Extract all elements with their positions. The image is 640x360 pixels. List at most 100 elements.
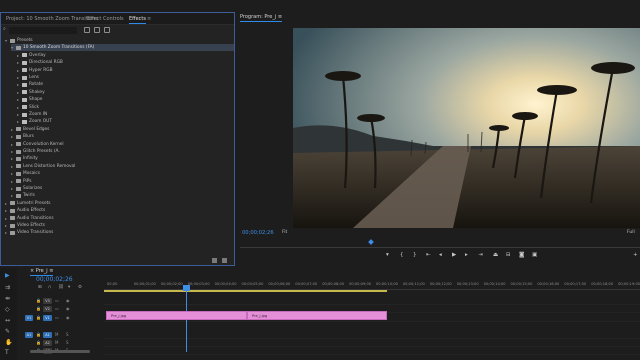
playback-resolution-select[interactable]: Full	[627, 230, 635, 235]
chevron-right-icon[interactable]: ▸	[11, 178, 13, 185]
track-target-toggle[interactable]: V2	[43, 306, 52, 312]
eye-icon[interactable]: ◉	[66, 306, 70, 311]
work-area-bar[interactable]	[104, 290, 387, 292]
chevron-right-icon[interactable]: ▸	[17, 118, 19, 125]
new-bin-icon[interactable]	[212, 258, 217, 263]
track-lane[interactable]	[104, 347, 640, 355]
mute-icon[interactable]: M	[55, 340, 58, 345]
preset-item[interactable]: ▸ Zoom OUT	[17, 118, 234, 125]
source-patch-toggle[interactable]: A1	[25, 332, 33, 338]
chevron-right-icon[interactable]: ▸	[11, 192, 13, 199]
tab-sequence[interactable]: × Pre_j ≡	[30, 268, 54, 276]
lock-icon[interactable]: 🔒	[36, 332, 41, 337]
chevron-right-icon[interactable]: ▸	[5, 207, 7, 214]
step-back-icon[interactable]: ◂	[439, 252, 442, 258]
linked-selection-icon[interactable]: ⛓	[58, 285, 64, 290]
folder-item[interactable]: ▾ 10 Smooth Zoom Transitions (FA)	[11, 44, 234, 52]
lift-icon[interactable]: ⏏	[493, 252, 498, 258]
chevron-right-icon[interactable]: ▸	[11, 185, 13, 192]
preset-item[interactable]: ▸ Lens	[17, 74, 234, 81]
chevron-right-icon[interactable]: ▸	[5, 200, 7, 207]
chevron-right-icon[interactable]: ▸	[17, 89, 19, 96]
go-to-out-icon[interactable]: ⇥	[478, 252, 483, 258]
track-target-toggle[interactable]: V3	[43, 298, 52, 304]
search-input[interactable]	[9, 27, 77, 34]
step-forward-icon[interactable]: ▸	[465, 252, 468, 258]
panel-menu-icon[interactable]: ≡	[278, 14, 282, 20]
track-lane[interactable]	[104, 339, 640, 347]
go-to-in-icon[interactable]: ⇤	[426, 252, 431, 258]
tab-program-monitor[interactable]: Program: Pre_j ≡	[240, 14, 283, 22]
trash-icon[interactable]	[222, 258, 227, 263]
chevron-right-icon[interactable]: ▸	[17, 96, 19, 103]
preset-item[interactable]: ▸ Shape	[17, 96, 234, 103]
preset-item[interactable]: ▸ Directional RGB	[17, 59, 234, 66]
track-target-toggle[interactable]: V1	[43, 315, 52, 321]
preset-item[interactable]: ▸ Slick	[17, 104, 234, 111]
sync-lock-icon[interactable]: ▭	[55, 306, 59, 311]
mark-in-icon[interactable]: {	[400, 252, 404, 258]
add-marker-icon[interactable]: ▾	[68, 285, 70, 290]
chevron-right-icon[interactable]: ▸	[5, 222, 7, 229]
program-time-ruler[interactable]	[240, 241, 640, 248]
extract-icon[interactable]: ⊟	[506, 252, 511, 258]
solo-icon[interactable]: S	[66, 332, 69, 337]
mute-icon[interactable]: M	[55, 332, 58, 337]
chevron-right-icon[interactable]: ▸	[11, 141, 13, 148]
chevron-right-icon[interactable]: ▸	[11, 133, 13, 140]
clip[interactable]: Pre_j.jpg	[106, 311, 247, 320]
chevron-right-icon[interactable]: ▸	[17, 74, 19, 81]
track-lane[interactable]	[104, 331, 640, 339]
preset-item[interactable]: ▸ Hyper RGB	[17, 67, 234, 74]
folder-item[interactable]: ▸ Video Transitions	[5, 229, 234, 236]
folder-item[interactable]: ▸ Bevel Edges	[11, 126, 234, 133]
panel-menu-icon[interactable]: ≡	[49, 268, 53, 274]
track-target-toggle[interactable]: A1	[43, 332, 52, 338]
chevron-down-icon[interactable]: ▾	[11, 44, 13, 51]
preset-item[interactable]: ▸ Overlay	[17, 52, 234, 59]
track-target-toggle[interactable]: A2	[43, 340, 52, 346]
chevron-right-icon[interactable]: ▸	[5, 229, 7, 236]
pen-tool-icon[interactable]: ✎	[5, 328, 10, 335]
ripple-edit-tool-icon[interactable]: ⇹	[5, 295, 10, 302]
tab-project[interactable]: Project: 10 Smooth Zoom Transitions	[6, 16, 98, 22]
chevron-right-icon[interactable]: ▸	[5, 215, 7, 222]
selection-tool-icon[interactable]: ▶	[5, 272, 10, 279]
folder-item[interactable]: ▸ Blurs	[11, 133, 234, 140]
add-button-icon[interactable]: +	[633, 252, 638, 258]
accelerated-effects-icon[interactable]	[84, 27, 90, 33]
chevron-right-icon[interactable]: ▸	[17, 104, 19, 111]
sync-lock-icon[interactable]: ▭	[55, 298, 59, 303]
eye-icon[interactable]: ◉	[66, 298, 70, 303]
lock-icon[interactable]: 🔒	[36, 306, 41, 311]
slip-tool-icon[interactable]: ↔	[5, 317, 10, 324]
chevron-right-icon[interactable]: ▸	[17, 67, 19, 74]
folder-item[interactable]: ▸ Lumetri Presets	[5, 200, 234, 207]
chevron-right-icon[interactable]: ▸	[11, 170, 13, 177]
settings-icon[interactable]: ⚙	[78, 285, 82, 290]
clip[interactable]: Pre_j.jpg	[247, 311, 387, 320]
program-timecode[interactable]: 00;00;02;26	[242, 230, 274, 236]
folder-item[interactable]: ▸ Lens Distortion Removal	[11, 163, 234, 170]
chevron-right-icon[interactable]: ▸	[11, 126, 13, 133]
folder-item[interactable]: ▸ PiPs	[11, 178, 234, 185]
folder-item[interactable]: ▾ Presets	[5, 37, 234, 44]
folder-item[interactable]: ▸ Glitch Presets (A.	[11, 148, 234, 155]
track-lane[interactable]	[104, 297, 640, 305]
razor-tool-icon[interactable]: ◇	[5, 306, 10, 313]
folder-item[interactable]: ▸ Audio Effects	[5, 207, 234, 214]
track-select-tool-icon[interactable]: ⇉	[5, 284, 10, 291]
lock-icon[interactable]: 🔒	[36, 315, 41, 320]
folder-item[interactable]: ▸ Audio Transitions	[5, 215, 234, 222]
play-icon[interactable]: ▶	[452, 252, 456, 258]
yuv-effects-icon[interactable]	[104, 27, 110, 33]
folder-item[interactable]: ▸ Mosaics	[11, 170, 234, 177]
sequence-timecode[interactable]: 00;00;02;26	[36, 276, 73, 283]
timeline-scrollbar[interactable]	[30, 350, 90, 353]
chevron-down-icon[interactable]: ▾	[5, 37, 7, 44]
chevron-right-icon[interactable]: ▸	[11, 155, 13, 162]
chevron-right-icon[interactable]: ▸	[11, 163, 13, 170]
chevron-right-icon[interactable]: ▸	[17, 81, 19, 88]
chevron-right-icon[interactable]: ▸	[17, 52, 19, 59]
panel-menu-icon[interactable]: ≡	[147, 16, 151, 22]
